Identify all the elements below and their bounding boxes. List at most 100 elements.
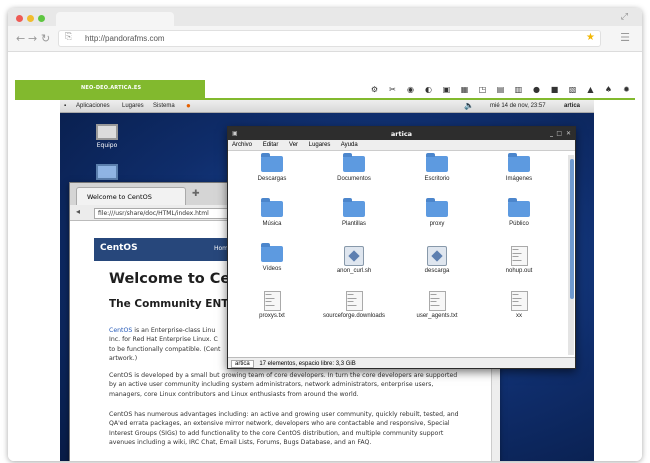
file-label: Público bbox=[509, 221, 529, 227]
tools-icon[interactable]: ✂ bbox=[385, 82, 400, 96]
file-label: Plantillas bbox=[341, 221, 366, 227]
folder-icon[interactable]: ■ bbox=[547, 82, 562, 96]
adv-line-1: CentOS has numerous advantages including… bbox=[109, 411, 459, 418]
menu-lugares[interactable]: Lugares bbox=[309, 142, 331, 148]
folder-icon bbox=[343, 153, 365, 172]
grid-icon[interactable]: ▦ bbox=[457, 82, 472, 96]
file-item[interactable]: ▬▬ ▬▬▬ ▬▬ ▬▬▬ nohup.out bbox=[479, 246, 559, 274]
file-item[interactable]: Documentos bbox=[314, 153, 394, 182]
menu-sistema[interactable]: Sistema bbox=[153, 103, 175, 109]
folder-icon bbox=[261, 198, 283, 217]
page-icon: ⎘ bbox=[65, 32, 73, 42]
file-manager-titlebar: ▣ artica _ □ ✕ bbox=[228, 127, 575, 140]
centos-logo[interactable]: CentOS bbox=[100, 243, 138, 253]
file-icon[interactable]: ▧ bbox=[565, 82, 580, 96]
wifi-icon[interactable]: ◉ bbox=[403, 82, 418, 96]
pin-icon[interactable]: ● bbox=[529, 82, 544, 96]
maximize-icon[interactable]: □ bbox=[556, 130, 562, 137]
file-manager-window: ▣ artica _ □ ✕ Archivo Editar Ver Lugare… bbox=[227, 126, 576, 369]
menu-ayuda[interactable]: Ayuda bbox=[341, 142, 358, 148]
file-item[interactable]: Imágenes bbox=[479, 153, 559, 182]
new-tab-icon[interactable]: ✚ bbox=[192, 189, 200, 199]
hamburger-menu-icon[interactable]: ☰ bbox=[620, 31, 630, 44]
file-item[interactable]: Público bbox=[479, 198, 559, 227]
browser-titlebar: ⤢ bbox=[8, 8, 642, 26]
doc-icon: ▬▬ ▬▬▬ ▬▬ ▬▬▬ bbox=[428, 291, 446, 311]
file-item[interactable]: descarga bbox=[397, 246, 477, 274]
file-label: Música bbox=[262, 221, 282, 227]
firefox-launcher-icon[interactable]: ● bbox=[186, 101, 191, 110]
monitor-icon[interactable]: ▤ bbox=[493, 82, 508, 96]
pandora-toolbar: NEO-DEO.ARTICA.ES ⚙ ✂ ◉ ◐ ▣ ▦ ◳ ▤ ▥ ● ■ … bbox=[8, 80, 642, 98]
reload-icon[interactable]: ↻ bbox=[41, 32, 50, 45]
doc-icon: ▬▬ ▬▬▬ ▬▬ ▬▬▬ bbox=[510, 291, 528, 311]
firefox-tab[interactable]: Welcome to CentOS bbox=[76, 187, 186, 205]
file-item[interactable]: ▬▬ ▬▬▬ ▬▬ ▬▬▬ sourceforge.downloads bbox=[314, 291, 394, 319]
remote-desktop[interactable]: ▪ Aplicaciones Lugares Sistema ● 🔈 mié 1… bbox=[60, 100, 594, 461]
back-arrow-icon[interactable]: ← bbox=[16, 32, 25, 45]
file-item[interactable]: ▬▬ ▬▬▬ ▬▬ ▬▬▬ xx bbox=[479, 291, 559, 319]
address-bar[interactable]: ⎘ http://pandorafms.com ★ bbox=[58, 30, 601, 47]
folder-icon bbox=[343, 198, 365, 217]
browser-tab[interactable] bbox=[56, 12, 174, 26]
lock-icon[interactable]: ▲ bbox=[583, 82, 598, 96]
firefox-url-bar[interactable]: file:///usr/share/doc/HTML/index.html bbox=[94, 208, 234, 219]
window-menu-icon[interactable]: ▣ bbox=[232, 130, 238, 137]
centos-home-link[interactable]: Hom bbox=[214, 245, 228, 252]
window-icon[interactable]: ◳ bbox=[475, 82, 490, 96]
expand-icon[interactable]: ⤢ bbox=[621, 12, 628, 22]
file-item[interactable]: Plantillas bbox=[314, 198, 394, 227]
gnome-foot-icon: ▪ bbox=[64, 103, 67, 109]
file-item[interactable]: Escritorio bbox=[397, 153, 477, 182]
home-desktop-icon[interactable] bbox=[90, 164, 124, 182]
scrollbar-thumb[interactable] bbox=[570, 159, 574, 299]
console-tab[interactable]: NEO-DEO.ARTICA.ES bbox=[15, 80, 205, 98]
file-label: Escritorio bbox=[424, 176, 450, 182]
folder-icon bbox=[261, 243, 283, 262]
file-label: nohup.out bbox=[505, 268, 533, 274]
browser-window: ⤢ ← → ↻ ⎘ http://pandorafms.com ★ ☰ NEO-… bbox=[8, 8, 642, 461]
file-item[interactable]: ▬▬ ▬▬▬ ▬▬ ▬▬▬ proxys.txt bbox=[232, 291, 312, 319]
display-icon[interactable]: ▥ bbox=[511, 82, 526, 96]
script-icon bbox=[344, 246, 364, 266]
doc-icon: ▬▬ ▬▬▬ ▬▬ ▬▬▬ bbox=[510, 246, 528, 266]
minimize-icon[interactable]: _ bbox=[550, 130, 553, 137]
menu-editar[interactable]: Editar bbox=[263, 142, 279, 148]
clock[interactable]: mié 14 de nov, 23:57 bbox=[490, 103, 546, 109]
forward-arrow-icon[interactable]: → bbox=[28, 32, 37, 45]
menu-aplicaciones[interactable]: Aplicaciones bbox=[76, 103, 110, 109]
file-item[interactable]: anon_curl.sh bbox=[314, 246, 394, 274]
menu-ver[interactable]: Ver bbox=[289, 142, 298, 148]
dev-line-1: CentOS is developed by a small but growi… bbox=[109, 372, 458, 379]
location-selector[interactable]: artica bbox=[231, 360, 254, 368]
file-item[interactable]: proxy bbox=[397, 198, 477, 227]
user-name[interactable]: artica bbox=[564, 103, 580, 109]
file-label: descarga bbox=[424, 268, 450, 274]
menu-archivo[interactable]: Archivo bbox=[232, 142, 252, 148]
minimize-window-button[interactable] bbox=[27, 15, 34, 22]
menu-lugares[interactable]: Lugares bbox=[122, 103, 144, 109]
file-label: Descargas bbox=[257, 176, 287, 182]
ff-back-icon[interactable]: ◂ bbox=[76, 207, 80, 216]
file-item[interactable]: Descargas bbox=[232, 153, 312, 182]
file-item[interactable]: ▬▬ ▬▬▬ ▬▬ ▬▬▬ user_agents.txt bbox=[397, 291, 477, 319]
gnome-top-panel: ▪ Aplicaciones Lugares Sistema ● 🔈 mié 1… bbox=[60, 100, 594, 113]
folder-icon bbox=[426, 198, 448, 217]
bell-icon[interactable]: ♠ bbox=[601, 82, 616, 96]
centos-link[interactable]: CentOS bbox=[109, 327, 132, 334]
screen-icon[interactable]: ▣ bbox=[439, 82, 454, 96]
close-icon[interactable]: ✕ bbox=[566, 130, 571, 137]
network-icon[interactable]: ⚙ bbox=[367, 82, 382, 96]
close-window-button[interactable] bbox=[16, 15, 23, 22]
gear-icon[interactable]: ✹ bbox=[619, 82, 634, 96]
file-item[interactable]: Vídeos bbox=[232, 243, 312, 272]
bookmark-star-icon[interactable]: ★ bbox=[586, 32, 595, 43]
toolbar-icons: ⚙ ✂ ◉ ◐ ▣ ▦ ◳ ▤ ▥ ● ■ ▧ ▲ ♠ ✹ bbox=[364, 82, 634, 96]
file-item[interactable]: Música bbox=[232, 198, 312, 227]
file-manager-statusbar: artica 17 elementos, espacio libre: 3,3 … bbox=[228, 357, 575, 368]
volume-icon[interactable]: 🔈 bbox=[464, 101, 474, 110]
file-label: user_agents.txt bbox=[416, 313, 458, 319]
equipo-desktop-icon[interactable]: Equipo bbox=[90, 124, 124, 149]
maximize-window-button[interactable] bbox=[38, 15, 45, 22]
toggle-icon[interactable]: ◐ bbox=[421, 82, 436, 96]
